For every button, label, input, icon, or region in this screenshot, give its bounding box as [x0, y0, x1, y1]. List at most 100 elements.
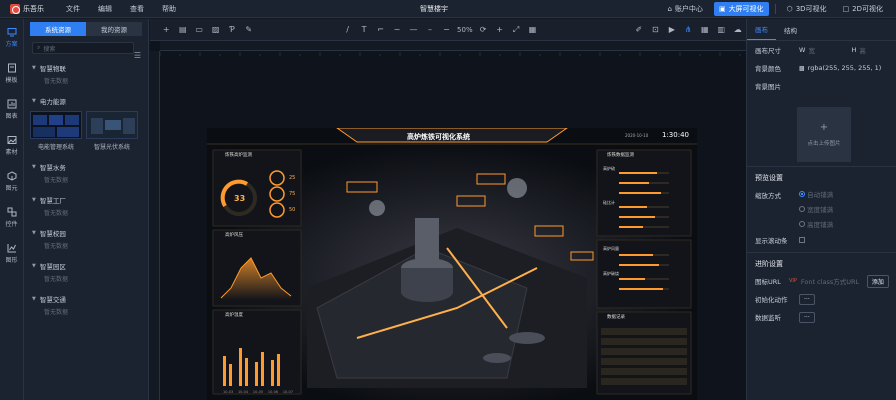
category-smart-factory[interactable]: ▼ 智慧工厂 — [24, 194, 148, 206]
empty-text: 暂无数据 — [44, 275, 69, 283]
zoom-out-icon[interactable]: − — [438, 25, 454, 34]
search-input[interactable]: ⌕ 搜索 — [32, 42, 134, 54]
layout-icon[interactable]: ▦ — [524, 25, 540, 34]
tab-my-resources[interactable]: 我的资源 — [86, 22, 142, 36]
category-power-energy[interactable]: ▼ 电力能源 — [24, 95, 148, 107]
empty-text: 暂无数据 — [44, 242, 69, 250]
top-bar: 乐吾乐 文件 编辑 查看 帮助 智慧楼宇 ⌂ 账户中心 ▣ 大屏可视化 ⬡ 3D… — [0, 0, 896, 18]
tab-structure[interactable]: 结构 — [776, 19, 805, 40]
init-action-button[interactable]: ··· — [799, 293, 815, 305]
vip-badge: VIP — [789, 278, 797, 284]
properties-panel: 画布 结构 画布尺寸 W 宽 H 高 背景颜色 ▩ rgba(255, 255,… — [746, 19, 896, 400]
divider — [774, 4, 776, 14]
divider — [747, 166, 896, 167]
properties-tabs: 画布 结构 — [747, 19, 896, 41]
canvas-toolbar: + ▤ ▭ ▨ Ƥ ✎ / T ⌐ ~ — – − 50% ⟳ + ⤢ ▦ ✐ … — [150, 19, 746, 41]
sidebar-item-element[interactable]: 图元 — [0, 163, 23, 199]
bg-image-row: 背景图片 — [755, 83, 781, 91]
connector-icon[interactable]: ⌐ — [372, 25, 388, 34]
sidebar-item-template[interactable]: 模板 — [0, 55, 23, 91]
square-icon: □ — [842, 5, 850, 13]
icon-url-input[interactable]: Font class方式URL — [801, 276, 867, 286]
bg-color-picker[interactable]: ▩ rgba(255, 255, 255, 1) — [799, 64, 881, 72]
empty-text: 暂无数据 — [44, 77, 69, 85]
text-icon[interactable]: T — [356, 25, 372, 34]
category-smart-traffic[interactable]: ▼ 智慧交通 — [24, 293, 148, 305]
image-icon[interactable]: ▨ — [207, 25, 223, 34]
scrollbar-checkbox[interactable] — [799, 237, 805, 243]
brand-logo[interactable]: 乐吾乐 — [0, 3, 60, 14]
sidebar-item-plan[interactable]: 方案 — [0, 19, 23, 55]
menu-view[interactable]: 查看 — [130, 4, 144, 14]
edit-icon[interactable]: ✐ — [631, 25, 647, 34]
list-view-icon[interactable]: ☰ — [134, 51, 141, 60]
fit-icon[interactable]: ⤢ — [508, 25, 524, 35]
panel-title-7: 高炉风量 — [603, 246, 619, 251]
category-smart-iot[interactable]: ▼ 智慧物联 — [24, 62, 148, 74]
advanced-settings-title: 进阶设置 — [755, 260, 783, 268]
sidebar-item-graph[interactable]: 图形 — [0, 235, 23, 271]
category-smart-water[interactable]: ▼ 智慧水务 — [24, 161, 148, 173]
category-smart-park[interactable]: ▼ 智慧园区 — [24, 260, 148, 272]
plus-icon: + — [819, 122, 829, 133]
menu-help[interactable]: 帮助 — [162, 4, 176, 14]
cloud-icon[interactable]: ☁ — [729, 25, 745, 34]
add-button[interactable]: 添加 — [866, 274, 889, 288]
add-icon[interactable]: + — [158, 25, 174, 34]
bigscreen-button[interactable]: ▣ 大屏可视化 — [713, 2, 769, 16]
category-smart-campus[interactable]: ▼ 智慧校园 — [24, 227, 148, 239]
menu-file[interactable]: 文件 — [66, 4, 80, 14]
scale-option-width[interactable]: 宽度铺满 — [799, 201, 833, 216]
tab-canvas[interactable]: 画布 — [747, 19, 776, 40]
sidebar-item-material[interactable]: 素材 — [0, 127, 23, 163]
panel-title-9: 数据记录 — [607, 315, 625, 320]
panel-title-1: 炼铁高炉监测 — [225, 153, 252, 158]
2d-visual-button[interactable]: □ 2D可视化 — [838, 2, 888, 16]
3d-visual-button[interactable]: ⬡ 3D可视化 — [782, 2, 832, 16]
canvas-stage[interactable]: 高炉炼铁可视化系统 2020-10-10 1:30:40 炼铁高炉监测 高炉风压… — [207, 128, 697, 400]
reset-icon[interactable]: ⟳ — [475, 25, 491, 34]
brush-icon[interactable]: ✎ — [240, 25, 256, 34]
width-input[interactable]: 宽 — [808, 45, 848, 55]
zoom-in-icon[interactable]: + — [491, 25, 507, 34]
line-icon[interactable]: — — [405, 25, 421, 34]
thumb-power-management[interactable]: 电能管理系统 — [30, 111, 82, 151]
scale-mode-options: 自动铺满 宽度铺满 高度铺满 — [799, 186, 833, 231]
share-icon[interactable]: ⋔ — [680, 25, 696, 34]
sidebar-item-control[interactable]: 控件 — [0, 199, 23, 235]
page-icon[interactable]: ▭ — [191, 25, 207, 34]
save-icon[interactable]: ▤ — [174, 25, 190, 34]
format-icon[interactable]: Ƥ — [224, 25, 240, 34]
pen-icon[interactable]: / — [339, 25, 355, 34]
graph-icon — [7, 243, 16, 252]
panel-title-6: 硅比计 — [603, 200, 615, 205]
scale-mode-label: 缩放方式 — [755, 192, 781, 200]
thumb-solar-system[interactable]: 智慧光伏系统 — [86, 111, 138, 151]
zoom-level[interactable]: 50% — [455, 26, 475, 34]
empty-text: 暂无数据 — [44, 209, 69, 217]
preview-icon[interactable]: ▶ — [664, 25, 680, 34]
data-monitor-button[interactable]: ··· — [799, 311, 815, 323]
scale-option-auto[interactable]: 自动铺满 — [799, 186, 833, 201]
curve-icon[interactable]: ~ — [389, 25, 405, 34]
scale-option-height[interactable]: 高度铺满 — [799, 216, 833, 231]
panel-title-8: 高炉碳烧 — [603, 271, 619, 276]
line-style-icon[interactable]: – — [422, 25, 438, 34]
radio-icon — [799, 190, 805, 197]
menu-edit[interactable]: 编辑 — [98, 4, 112, 14]
data-monitor-row: 数据监听 ··· — [747, 308, 896, 326]
caret-down-icon: ▼ — [32, 65, 36, 71]
height-input[interactable]: 高 — [859, 45, 866, 55]
account-center-button[interactable]: ⌂ 账户中心 — [662, 2, 707, 16]
init-action-row: 初始化动作 ··· — [747, 290, 896, 308]
lock-icon[interactable]: ⊡ — [647, 25, 663, 34]
caret-down-icon: ▼ — [32, 263, 36, 269]
axis-label: 10-06 — [267, 390, 279, 394]
empty-text: 暂无数据 — [44, 308, 69, 316]
tab-system-resources[interactable]: 系统资源 — [30, 22, 86, 36]
layers-icon[interactable]: ▥ — [713, 25, 729, 34]
search-icon: ⌕ — [37, 44, 41, 51]
upload-image-box[interactable]: + 点击上传图片 — [797, 107, 851, 162]
grid-icon[interactable]: ▦ — [697, 25, 713, 34]
sidebar-item-chart[interactable]: 图表 — [0, 91, 23, 127]
